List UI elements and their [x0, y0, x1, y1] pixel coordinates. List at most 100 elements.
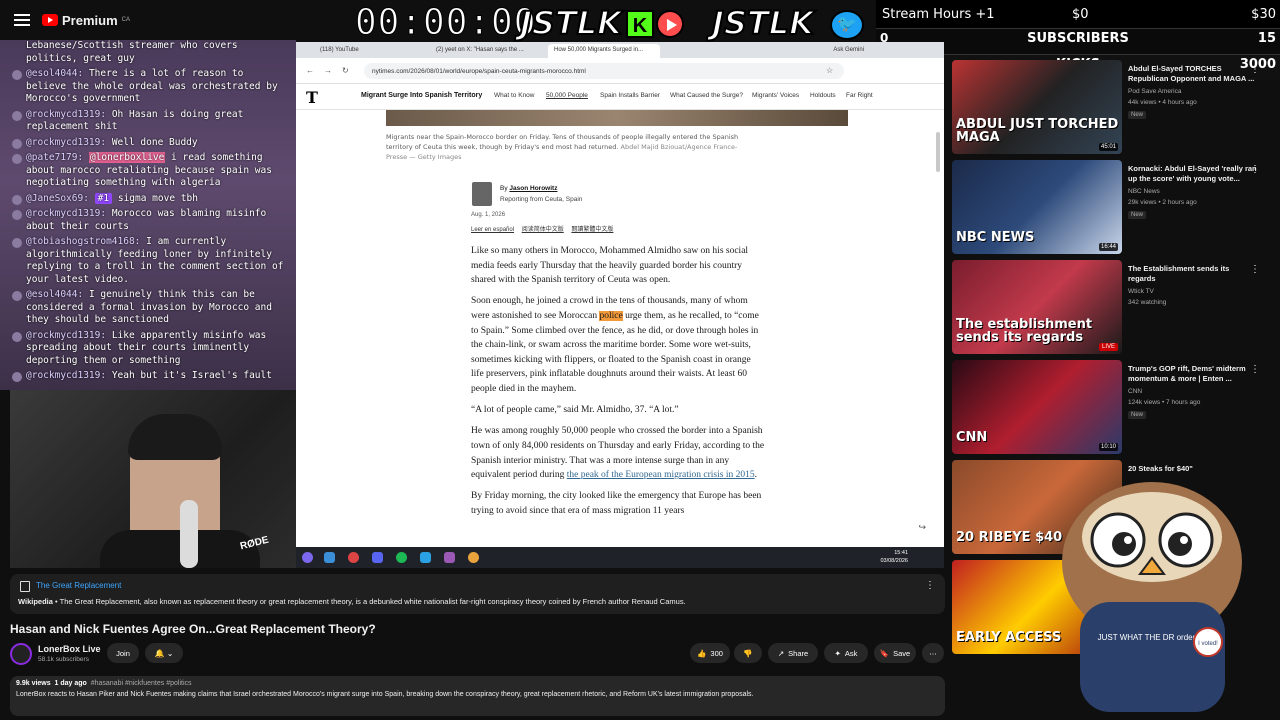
video-thumbnail[interactable]: NBC NEWS 16:44 [952, 160, 1122, 254]
owl-mascot-overlay: JUST WHAT THE DR ordered. I voted! [1062, 482, 1242, 712]
url-input[interactable] [364, 63, 844, 79]
nav-link-spain-installs-barrier[interactable]: Spain Installs Barrier [600, 92, 660, 99]
forward-icon[interactable]: → [324, 66, 332, 75]
nav-link-far-right[interactable]: Far Right [846, 92, 873, 99]
lang-link-traditional-chinese[interactable]: 閱讀繁體中文版 [571, 227, 613, 233]
browser-tab-x[interactable]: (2) yeet on X: "Hasan says the ... [430, 44, 542, 58]
highlighted-word: police [599, 310, 623, 321]
scrollbar[interactable] [936, 132, 940, 172]
nav-link-what-caused[interactable]: What Caused the Surge? [670, 92, 743, 99]
nyt-logo[interactable]: T [306, 88, 318, 107]
more-options-icon[interactable]: ⋮ [1250, 364, 1260, 375]
migration-crisis-link[interactable]: the peak of the European migration crisi… [567, 470, 755, 480]
recommended-video[interactable]: CNN 10:10 Trump's GOP rift, Dems' midterm … [952, 360, 1280, 455]
microphone [180, 500, 198, 568]
subscribers-value: 15 [1257, 31, 1276, 46]
save-button[interactable]: 🔖 Save [874, 643, 916, 663]
chat-username: @rockmycd1319: [26, 136, 107, 148]
paragraph-text: urge them, as he recalled, to “come to S… [471, 310, 759, 394]
video-thumbnail[interactable]: The establishment sends its regards LIVE [952, 260, 1122, 354]
reload-icon[interactable]: ↻ [342, 66, 349, 75]
view-count: 9.9k views [16, 680, 51, 687]
chat-text: Well done Buddy [111, 136, 198, 148]
notification-bell-button[interactable]: 🔔 ⌄ [145, 643, 183, 663]
brand-logo-left: JSTLK [519, 3, 623, 43]
hashtags[interactable]: #hasanabi #nickfuentes #politics [91, 680, 192, 687]
bookmark-star-icon[interactable]: ☆ [826, 66, 833, 75]
nav-link-holdouts[interactable]: Holdouts [810, 92, 836, 99]
recommended-video[interactable]: The establishment sends its regards LIVE T… [952, 260, 1280, 355]
description-text: LonerBox reacts to Hasan Piker and Nick … [16, 691, 754, 698]
lang-link-spanish[interactable]: Leer en español [471, 227, 514, 233]
info-panel-title-link[interactable]: The Great Replacement [36, 581, 121, 590]
live-badge: LIVE [1098, 343, 1118, 351]
youtube-play-icon [42, 14, 58, 26]
taskbar-clock[interactable]: 15:41 03/08/2026 [880, 549, 908, 565]
chat-avatar [12, 372, 22, 382]
back-icon[interactable]: ← [306, 66, 314, 75]
more-options-icon[interactable]: ⋮ [1250, 64, 1260, 75]
author-link[interactable]: Jason Horowitz [509, 185, 557, 192]
more-options-icon[interactable]: ⋮ [1250, 164, 1260, 175]
ask-gemini-button[interactable]: Ask Gemini [827, 44, 870, 56]
like-count: 300 [710, 648, 723, 658]
youtube-logo-text: Premium [62, 12, 118, 28]
new-badge: New [1128, 111, 1147, 119]
nav-link-50000-people[interactable]: 50,000 People [546, 92, 588, 99]
browser-tab-youtube[interactable]: (118) YouTube [314, 44, 424, 58]
browser-tab-nyt[interactable]: How 50,000 Migrants Surged in... [548, 44, 660, 58]
article-paragraph: By Friday morning, the city looked like … [471, 491, 762, 516]
discord-icon[interactable] [372, 552, 383, 563]
recommended-video[interactable]: ABDUL JUST TORCHED MAGA 45:01 Abdul El-Say… [952, 60, 1280, 155]
webcam-feed: RØDE [10, 390, 296, 568]
article-photo [386, 110, 848, 126]
chat-avatar [12, 138, 22, 149]
youtube-logo[interactable]: Premium CA [42, 13, 130, 28]
chrome-icon[interactable] [468, 552, 479, 563]
nyt-section-nav: T Migrant Surge Into Spanish Territory W… [296, 84, 944, 110]
more-options-icon[interactable]: ⋮ [1250, 264, 1260, 275]
start-icon[interactable] [302, 552, 313, 563]
recommended-video[interactable]: NBC NEWS 16:44 Kornacki: Abdul El-Sayed 'r… [952, 160, 1280, 255]
language-links: Leer en español 阅读简体中文版 閱讀繁體中文版 [471, 224, 619, 233]
stream-hours-max: $30 [1251, 7, 1276, 22]
telegram-icon[interactable] [420, 552, 431, 563]
ask-button[interactable]: ✦ Ask [824, 643, 868, 663]
nav-link-migrants-voices[interactable]: Migrants' Voices [752, 92, 799, 99]
video-duration: 10:10 [1098, 443, 1118, 451]
steam-icon[interactable] [324, 552, 335, 563]
chat-message: @rockmycd1319: Yeah but it's Israel's fa… [12, 370, 288, 383]
app-icon[interactable] [348, 552, 359, 563]
article-body: Like so many others in Morocco, Mohammed… [471, 244, 765, 525]
nyt-section-title[interactable]: Migrant Surge Into Spanish Territory [361, 92, 482, 99]
channel-name[interactable]: LonerBox Live [38, 644, 101, 654]
thumbnail-caption: ABDUL JUST TORCHED MAGA [956, 117, 1119, 145]
lang-link-simplified-chinese[interactable]: 阅读简体中文版 [522, 227, 564, 233]
chat-username: @rockmycd1319: [26, 329, 107, 341]
chat-username: @pate7179: [26, 152, 84, 163]
like-button[interactable]: 👍 300 [690, 643, 730, 663]
spotify-icon[interactable] [396, 552, 407, 563]
description-meta: 9.9k views 1 day ago #hasanabi #nickfuen… [16, 680, 192, 687]
taskbar: 15:41 03/08/2026 [296, 547, 944, 568]
video-thumbnail[interactable]: ABDUL JUST TORCHED MAGA 45:01 [952, 60, 1122, 154]
description-box[interactable]: 9.9k views 1 day ago #hasanabi #nickfuen… [10, 676, 945, 716]
chat-avatar [12, 238, 22, 248]
share-label: Share [788, 648, 809, 658]
twitter-icon: 🐦 [830, 10, 864, 40]
join-button[interactable]: Join [107, 643, 139, 663]
streamer-hair [128, 414, 222, 460]
recommended-views: 342 watching [1128, 299, 1167, 306]
dislike-button[interactable]: 👎 [734, 643, 762, 663]
video-thumbnail[interactable]: CNN 10:10 [952, 360, 1122, 454]
menu-icon[interactable] [14, 14, 30, 26]
share-button[interactable]: ↗ Share [768, 643, 818, 663]
app-icon[interactable] [444, 552, 455, 563]
share-icon[interactable]: ↪ [918, 522, 926, 533]
chat-avatar [12, 210, 22, 220]
more-options-icon[interactable]: ⋮ [925, 580, 935, 591]
more-actions-button[interactable]: ⋯ [922, 643, 944, 663]
channel-avatar[interactable] [10, 643, 32, 665]
nav-link-what-to-know[interactable]: What to Know [494, 92, 534, 99]
thumbnail-caption: NBC NEWS [956, 230, 1035, 245]
